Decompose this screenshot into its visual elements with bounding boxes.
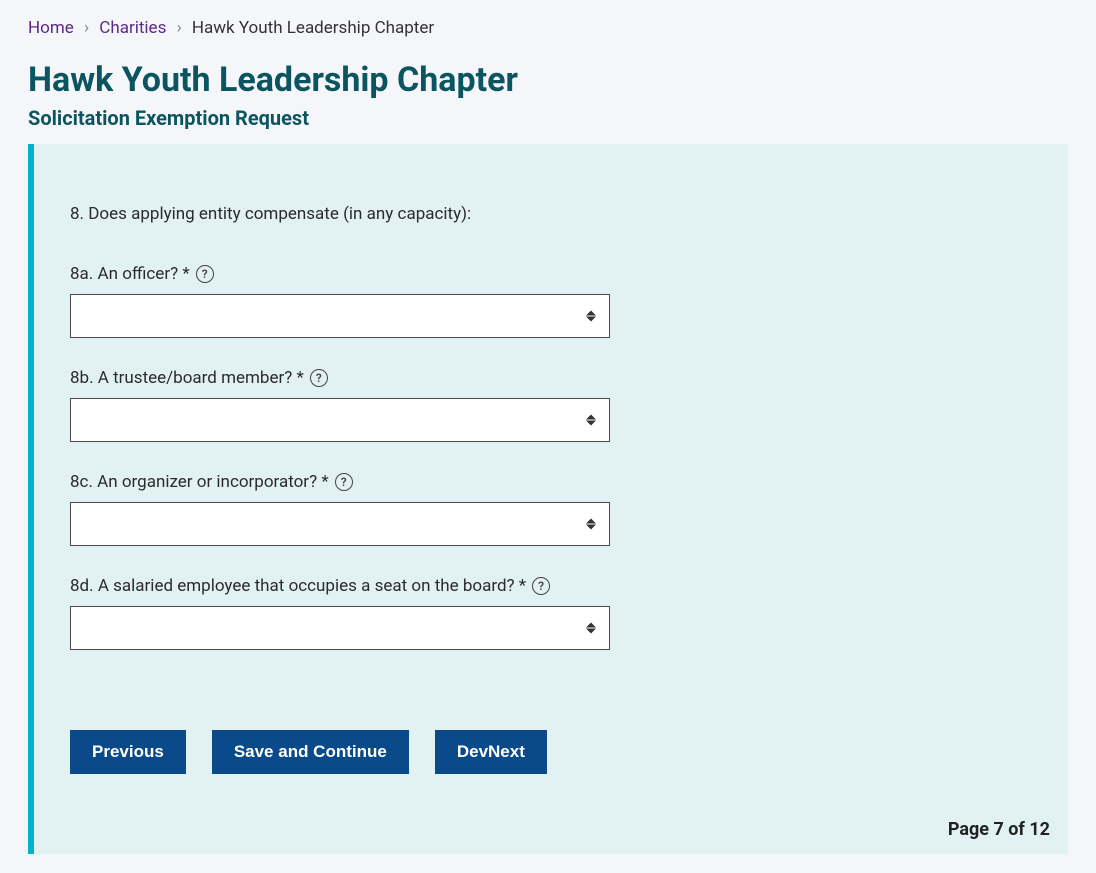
field-8a-label: 8a. An officer? * (70, 264, 190, 284)
button-row: Previous Save and Continue DevNext (70, 730, 1032, 774)
help-icon[interactable]: ? (335, 473, 353, 491)
devnext-button[interactable]: DevNext (435, 730, 547, 774)
field-8c-select[interactable] (70, 502, 610, 546)
page-title: Hawk Youth Leadership Chapter (28, 60, 1068, 100)
field-8c-label: 8c. An organizer or incorporator? * (70, 472, 329, 492)
field-8d-label-row: 8d. A salaried employee that occupies a … (70, 576, 1032, 596)
form-panel: 8. Does applying entity compensate (in a… (28, 144, 1068, 854)
field-8b-label: 8b. A trustee/board member? * (70, 368, 304, 388)
chevron-right-icon: › (84, 18, 89, 38)
page-indicator: Page 7 of 12 (948, 819, 1050, 840)
question-8-heading: 8. Does applying entity compensate (in a… (70, 204, 1032, 224)
page-subtitle: Solicitation Exemption Request (28, 106, 1068, 130)
field-8b-label-row: 8b. A trustee/board member? * ? (70, 368, 1032, 388)
breadcrumb-current: Hawk Youth Leadership Chapter (192, 18, 434, 38)
save-and-continue-button[interactable]: Save and Continue (212, 730, 409, 774)
breadcrumb-charities-link[interactable]: Charities (99, 18, 166, 38)
breadcrumb: Home › Charities › Hawk Youth Leadership… (28, 18, 1068, 38)
help-icon[interactable]: ? (532, 577, 550, 595)
chevron-right-icon: › (177, 18, 182, 38)
field-8a-label-row: 8a. An officer? * ? (70, 264, 1032, 284)
previous-button[interactable]: Previous (70, 730, 186, 774)
field-8b: 8b. A trustee/board member? * ? (70, 368, 1032, 442)
field-8c-label-row: 8c. An organizer or incorporator? * ? (70, 472, 1032, 492)
field-8a-select[interactable] (70, 294, 610, 338)
field-8d-label: 8d. A salaried employee that occupies a … (70, 576, 526, 596)
breadcrumb-home-link[interactable]: Home (28, 18, 74, 38)
field-8c: 8c. An organizer or incorporator? * ? (70, 472, 1032, 546)
field-8a: 8a. An officer? * ? (70, 264, 1032, 338)
field-8b-select[interactable] (70, 398, 610, 442)
help-icon[interactable]: ? (310, 369, 328, 387)
field-8d-select[interactable] (70, 606, 610, 650)
field-8d: 8d. A salaried employee that occupies a … (70, 576, 1032, 650)
help-icon[interactable]: ? (196, 265, 214, 283)
